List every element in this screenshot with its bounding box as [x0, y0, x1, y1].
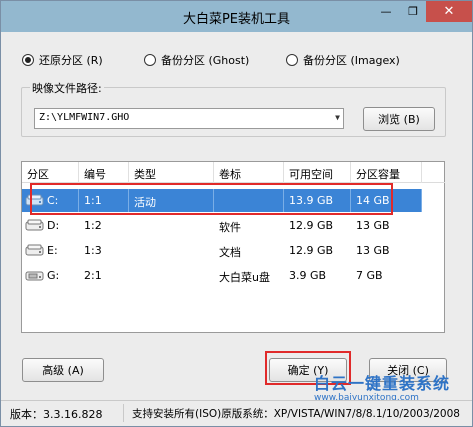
title-bar[interactable]: 大白菜PE装机工具 — ❐ ✕: [1, 1, 472, 32]
cell-drive: C:: [42, 189, 79, 212]
cell-label: [214, 189, 284, 212]
cell-number: 1:2: [84, 219, 102, 232]
cell-type: [129, 239, 214, 262]
column-header-label[interactable]: 卷标: [214, 162, 284, 183]
cell-drive: D:: [47, 219, 60, 232]
table-row[interactable]: E: 1:3 文档 12.9 GB 13 GB: [22, 239, 422, 262]
image-path-combobox[interactable]: Z:\YLMFWIN7.GHO ▼: [34, 108, 344, 129]
app-window: 大白菜PE装机工具 — ❐ ✕ 还原分区 (R) 备份分区 (Ghost) 备份…: [0, 0, 473, 427]
table-row[interactable]: G: 2:1 大白菜u盘 3.9 GB 7 GB: [22, 264, 422, 287]
radio-restore-label: 还原分区 (R): [39, 54, 103, 67]
cell-free: 3.9 GB: [289, 269, 327, 282]
cell-size: 14 GB: [351, 189, 422, 212]
cell-label: 文档: [219, 246, 241, 259]
close-window-button[interactable]: ✕: [426, 1, 472, 22]
partition-table[interactable]: 分区 编号 类型 卷标 可用空间 分区容量 C: 1:1 活动 13.9 GB …: [21, 161, 445, 333]
cell-free: 13.9 GB: [284, 189, 351, 212]
status-bar: 版本：3.3.16.828 支持安装所有(ISO)原版系统：XP/VISTA/W…: [1, 400, 472, 426]
maximize-button[interactable]: ❐: [400, 1, 426, 22]
cell-number: 1:3: [84, 244, 102, 257]
browse-button[interactable]: 浏览 (B): [363, 107, 435, 131]
radio-backup-ghost-dot[interactable]: [144, 54, 156, 66]
radio-backup-imagex-dot[interactable]: [286, 54, 298, 66]
table-header: 分区 编号 类型 卷标 可用空间 分区容量: [22, 162, 445, 183]
cell-drive: E:: [47, 244, 58, 257]
cell-type: [129, 264, 214, 287]
cell-free: 12.9 GB: [289, 219, 334, 232]
watermark-title: 白云一键重装系统: [314, 374, 451, 393]
minimize-button[interactable]: —: [372, 1, 400, 22]
column-header-type[interactable]: 类型: [129, 162, 214, 183]
status-divider: [123, 404, 124, 422]
cell-number: 1:1: [79, 189, 129, 212]
table-row[interactable]: D: 1:2 软件 12.9 GB 13 GB: [22, 214, 422, 237]
support-text: 支持安装所有(ISO)原版系统：XP/VISTA/WIN7/8/8.1/10/2…: [132, 408, 460, 420]
cell-drive: G:: [47, 269, 60, 282]
watermark: 白云一键重装系统 www.baiyunxitong.com: [314, 370, 472, 403]
version-text: 版本：3.3.16.828: [10, 408, 103, 421]
cell-free: 12.9 GB: [289, 244, 334, 257]
column-header-size[interactable]: 分区容量: [351, 162, 422, 183]
image-path-legend: 映像文件路径:: [30, 80, 104, 96]
radio-backup-ghost-label: 备份分区 (Ghost): [161, 54, 250, 67]
column-header-partition[interactable]: 分区: [22, 162, 79, 183]
cell-label: 软件: [219, 221, 241, 234]
radio-restore[interactable]: 还原分区 (R): [22, 52, 103, 68]
radio-restore-dot[interactable]: [22, 54, 34, 66]
column-header-free[interactable]: 可用空间: [284, 162, 351, 183]
cell-label: 大白菜u盘: [219, 271, 270, 284]
cell-type: 活动: [129, 189, 214, 212]
table-row[interactable]: C: 1:1 活动 13.9 GB 14 GB: [22, 189, 422, 212]
cell-type: [129, 214, 214, 237]
cell-size: 13 GB: [356, 244, 390, 257]
radio-backup-ghost[interactable]: 备份分区 (Ghost): [144, 52, 249, 68]
cell-size: 13 GB: [356, 219, 390, 232]
column-header-number[interactable]: 编号: [79, 162, 129, 183]
cell-size: 7 GB: [356, 269, 383, 282]
chevron-down-icon[interactable]: ▼: [335, 113, 340, 122]
image-path-value: Z:\YLMFWIN7.GHO: [39, 112, 130, 123]
cell-number: 2:1: [84, 269, 102, 282]
radio-backup-imagex-label: 备份分区 (Imagex): [303, 54, 400, 67]
radio-backup-imagex[interactable]: 备份分区 (Imagex): [286, 52, 400, 68]
advanced-button[interactable]: 高级 (A): [22, 358, 104, 382]
